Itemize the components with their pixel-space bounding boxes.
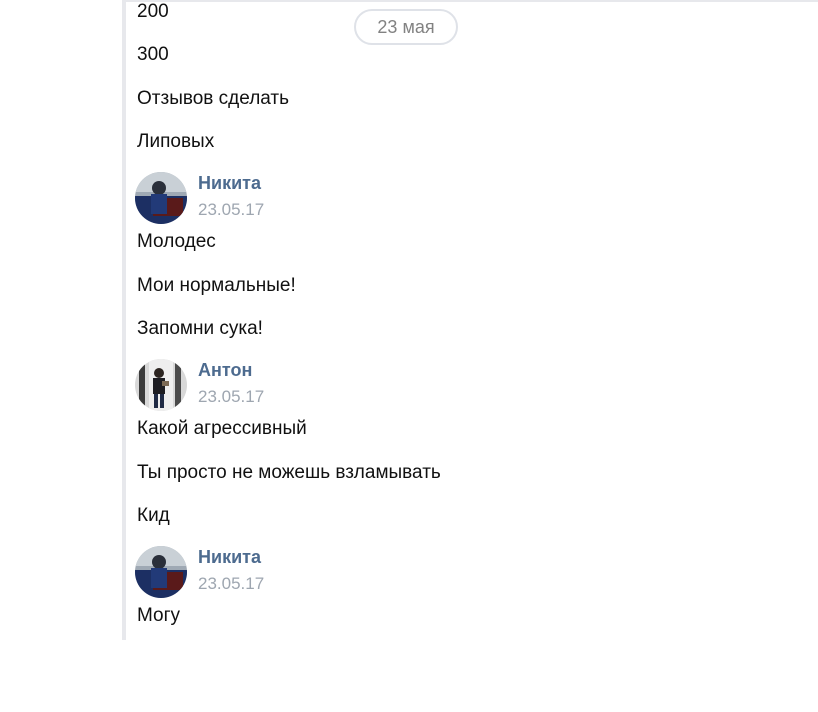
top-divider	[126, 0, 818, 2]
message-text: Молодес	[137, 231, 216, 252]
thread-left-border	[122, 0, 126, 640]
message-time[interactable]: 23.05.17	[198, 573, 264, 595]
message-text: Какой агрессивный	[137, 418, 307, 439]
message-text: Мои нормальные!	[137, 275, 296, 296]
user-photo-icon	[135, 172, 187, 224]
message-text: 200	[137, 1, 169, 22]
message-text: Липовых	[137, 131, 215, 152]
avatar[interactable]	[135, 359, 187, 411]
avatar[interactable]	[135, 546, 187, 598]
message-time[interactable]: 23.05.17	[198, 386, 264, 408]
user-photo-icon	[135, 546, 187, 598]
message-text: Могу	[137, 605, 181, 626]
message-text: Запомни сука!	[137, 318, 263, 339]
message-text: 300	[137, 44, 169, 65]
message-text: Ты просто не можешь взламывать	[137, 462, 441, 483]
message-text: Отзывов сделать	[137, 88, 290, 109]
date-separator: 23 мая	[354, 9, 458, 45]
message-author[interactable]: Никита	[198, 546, 261, 568]
message-author[interactable]: Антон	[198, 359, 252, 381]
user-photo-icon	[135, 359, 187, 411]
avatar[interactable]	[135, 172, 187, 224]
message-text: Кид	[137, 505, 170, 526]
message-author[interactable]: Никита	[198, 172, 261, 194]
message-time[interactable]: 23.05.17	[198, 199, 264, 221]
